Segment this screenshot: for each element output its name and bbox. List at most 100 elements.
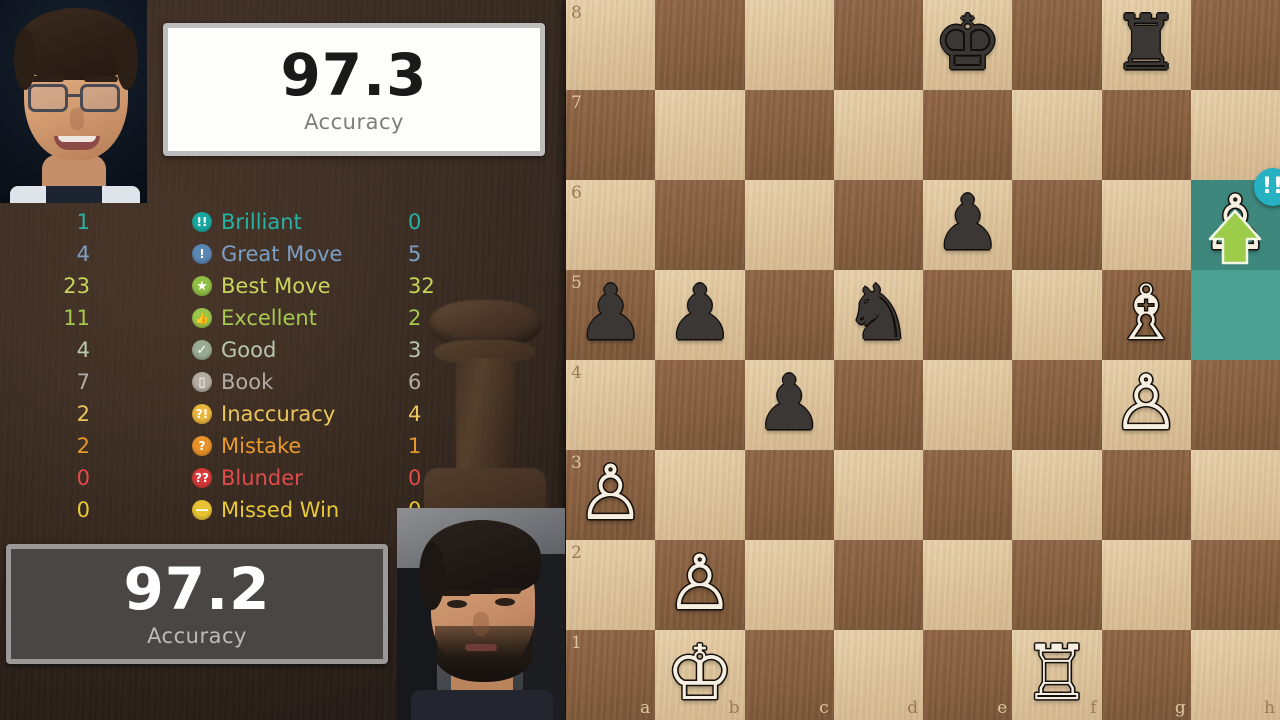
board-square-a8[interactable]: 8 [566, 0, 656, 90]
board-square-d4[interactable] [833, 360, 923, 450]
black-pawn-b5[interactable]: ♟ [655, 270, 744, 360]
board-square-d5[interactable]: ♞ [833, 270, 923, 360]
board-square-e1[interactable]: e [923, 630, 1013, 720]
file-label-h: h [1264, 698, 1275, 718]
board-square-h1[interactable]: h [1190, 630, 1280, 720]
board-square-b7[interactable] [655, 90, 745, 180]
board-square-e4[interactable] [923, 360, 1013, 450]
board-square-a1[interactable]: 1a [566, 630, 656, 720]
board-square-h8[interactable] [1190, 0, 1280, 90]
file-label-c: c [819, 698, 829, 718]
board-square-c8[interactable] [744, 0, 834, 90]
board-square-a5[interactable]: 5 ♟ [566, 270, 656, 360]
chessboard[interactable]: 8♚♜76♟♙!!5♟♟♞♗4♟♙3♙2♙1ab♔cdef♖gh [566, 0, 1280, 720]
board-square-h4[interactable] [1190, 360, 1280, 450]
board-square-h2[interactable] [1190, 540, 1280, 630]
white-count: 2 [76, 402, 90, 426]
white-pawn-a3[interactable]: ♙ [566, 450, 655, 540]
board-square-e3[interactable] [923, 450, 1013, 540]
board-square-g8[interactable]: ♜ [1101, 0, 1191, 90]
accuracy-box-bottom: 97.2 Accuracy [6, 544, 388, 664]
board-square-h6[interactable]: ♙!! [1190, 168, 1280, 270]
board-square-a3[interactable]: 3 ♙ [566, 450, 656, 540]
board-square-c4[interactable]: ♟ [744, 360, 834, 450]
rank-label-8: 8 [571, 3, 582, 23]
board-square-h3[interactable] [1190, 450, 1280, 540]
board-square-d3[interactable] [833, 450, 923, 540]
board-square-f6[interactable] [1012, 180, 1102, 270]
board-square-b3[interactable] [655, 450, 745, 540]
file-label-a: a [640, 698, 651, 718]
move-classification-row: 7 ▯ Book 6 [0, 366, 520, 398]
board-square-c6[interactable] [744, 180, 834, 270]
board-square-a7[interactable]: 7 [566, 90, 656, 180]
board-square-e2[interactable] [923, 540, 1013, 630]
board-square-h7[interactable] [1190, 90, 1280, 180]
accuracy-value-bottom: 97.2 [123, 555, 271, 623]
rank-label-4: 4 [571, 363, 582, 383]
board-square-d6[interactable] [833, 180, 923, 270]
classification-cell: ?? Blunder [100, 466, 400, 490]
board-square-b5[interactable]: ♟ [655, 270, 745, 360]
classification-cell: ? Mistake [100, 434, 400, 458]
board-square-d1[interactable]: d [833, 630, 923, 720]
board-square-c5[interactable] [744, 270, 834, 360]
board-square-e7[interactable] [923, 90, 1013, 180]
white-pawn-b2[interactable]: ♙ [655, 540, 744, 630]
rank-label-2: 2 [571, 543, 582, 563]
move-classification-row: 11 👍 Excellent 2 [0, 302, 520, 334]
black-pawn-c4[interactable]: ♟ [745, 360, 834, 450]
board-square-f2[interactable] [1012, 540, 1102, 630]
board-square-d7[interactable] [833, 90, 923, 180]
board-square-f1[interactable]: f ♖ [1012, 630, 1102, 720]
black-rook-g8[interactable]: ♜ [1102, 0, 1191, 90]
black-count: 3 [408, 338, 422, 362]
board-square-g7[interactable] [1101, 90, 1191, 180]
board-square-b2[interactable]: ♙ [655, 540, 745, 630]
board-square-g4[interactable]: ♙ [1101, 360, 1191, 450]
board-square-f4[interactable] [1012, 360, 1102, 450]
rank-label-6: 6 [571, 183, 582, 203]
classification-label: Blunder [221, 466, 303, 490]
board-square-c2[interactable] [744, 540, 834, 630]
board-square-g3[interactable] [1101, 450, 1191, 540]
board-square-g5[interactable]: ♗ [1101, 270, 1191, 360]
excellent-icon: 👍 [192, 308, 212, 328]
white-rook-f1[interactable]: ♖ [1012, 630, 1101, 720]
board-square-c1[interactable]: c [744, 630, 834, 720]
board-square-g6[interactable] [1101, 180, 1191, 270]
board-square-f7[interactable] [1012, 90, 1102, 180]
board-square-b4[interactable] [655, 360, 745, 450]
board-square-a4[interactable]: 4 [566, 360, 656, 450]
board-square-a6[interactable]: 6 [566, 180, 656, 270]
black-pawn-a5[interactable]: ♟ [566, 270, 655, 360]
classification-cell: ▯ Book [100, 370, 400, 394]
rank-label-1: 1 [571, 633, 582, 653]
black-king-e8[interactable]: ♚ [923, 0, 1012, 90]
board-square-f3[interactable] [1012, 450, 1102, 540]
blunder-icon: ?? [192, 468, 212, 488]
board-square-d8[interactable] [833, 0, 923, 90]
board-square-b8[interactable] [655, 0, 745, 90]
board-square-f5[interactable] [1012, 270, 1102, 360]
board-square-b1[interactable]: b ♔ [655, 630, 745, 720]
board-square-c7[interactable] [744, 90, 834, 180]
board-square-e5[interactable] [923, 270, 1013, 360]
white-king-b1[interactable]: ♔ [655, 630, 744, 720]
board-square-g2[interactable] [1101, 540, 1191, 630]
board-square-f8[interactable] [1012, 0, 1102, 90]
board-square-h5[interactable] [1190, 270, 1280, 360]
classification-label: Inaccuracy [221, 402, 336, 426]
board-square-e6[interactable]: ♟ [923, 180, 1013, 270]
black-pawn-e6[interactable]: ♟ [923, 180, 1012, 270]
board-square-b6[interactable] [655, 180, 745, 270]
board-square-d2[interactable] [833, 540, 923, 630]
white-bishop-g5[interactable]: ♗ [1102, 270, 1191, 360]
black-knight-d5[interactable]: ♞ [834, 270, 923, 360]
board-square-g1[interactable]: g [1101, 630, 1191, 720]
board-square-a2[interactable]: 2 [566, 540, 656, 630]
white-pawn-g4[interactable]: ♙ [1102, 360, 1191, 450]
board-square-e8[interactable]: ♚ [923, 0, 1013, 90]
board-square-c3[interactable] [744, 450, 834, 540]
classification-cell: — Missed Win [100, 498, 400, 522]
